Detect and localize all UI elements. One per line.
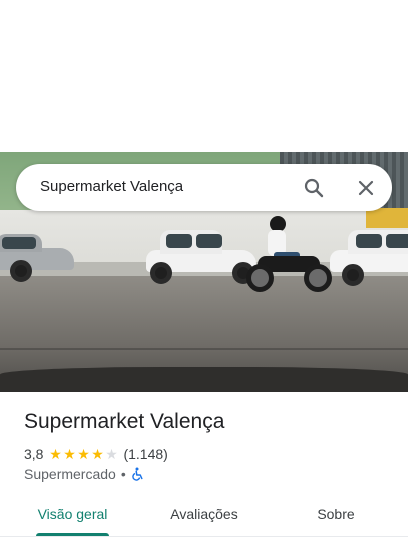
photo-car-silver bbox=[0, 232, 76, 282]
tabs-divider bbox=[0, 536, 408, 537]
search-input[interactable]: Supermarket Valença bbox=[40, 178, 183, 195]
category-row: Supermercado • bbox=[24, 465, 145, 483]
star-icon: ★ bbox=[77, 446, 90, 462]
photo-sign bbox=[366, 208, 408, 228]
photo-car-white bbox=[146, 228, 258, 284]
star-icon: ★ bbox=[63, 446, 76, 462]
photo-shadow bbox=[0, 367, 408, 392]
rating-value: 3,8 bbox=[24, 446, 44, 462]
photo-road-crack bbox=[0, 348, 408, 350]
rating-stars: ★ ★ ★ ★ ★ bbox=[48, 447, 118, 461]
tab-visao-geral[interactable]: Visão geral bbox=[24, 496, 121, 532]
tab-avaliacoes[interactable]: Avaliações bbox=[150, 496, 258, 532]
review-count[interactable]: (1.148) bbox=[123, 446, 167, 462]
separator-dot: • bbox=[120, 466, 126, 482]
rating-row[interactable]: 3,8 ★ ★ ★ ★ ★ (1.148) bbox=[24, 445, 168, 463]
place-tabs: Visão geral Avaliações Sobre bbox=[0, 496, 408, 537]
tab-sobre[interactable]: Sobre bbox=[294, 496, 378, 532]
place-title: Supermarket Valença bbox=[24, 410, 225, 433]
blank-top-area bbox=[0, 0, 408, 152]
close-icon[interactable] bbox=[354, 176, 378, 200]
search-icon[interactable] bbox=[302, 176, 326, 200]
star-icon: ★ bbox=[105, 446, 118, 462]
star-icon: ★ bbox=[49, 446, 62, 462]
search-bar[interactable]: Supermarket Valença bbox=[16, 164, 392, 211]
photo-car-white-right bbox=[330, 228, 408, 286]
place-category: Supermercado bbox=[24, 466, 116, 482]
wheelchair-icon bbox=[131, 467, 145, 481]
star-icon: ★ bbox=[91, 446, 104, 462]
photo-motorcycle bbox=[244, 214, 336, 296]
